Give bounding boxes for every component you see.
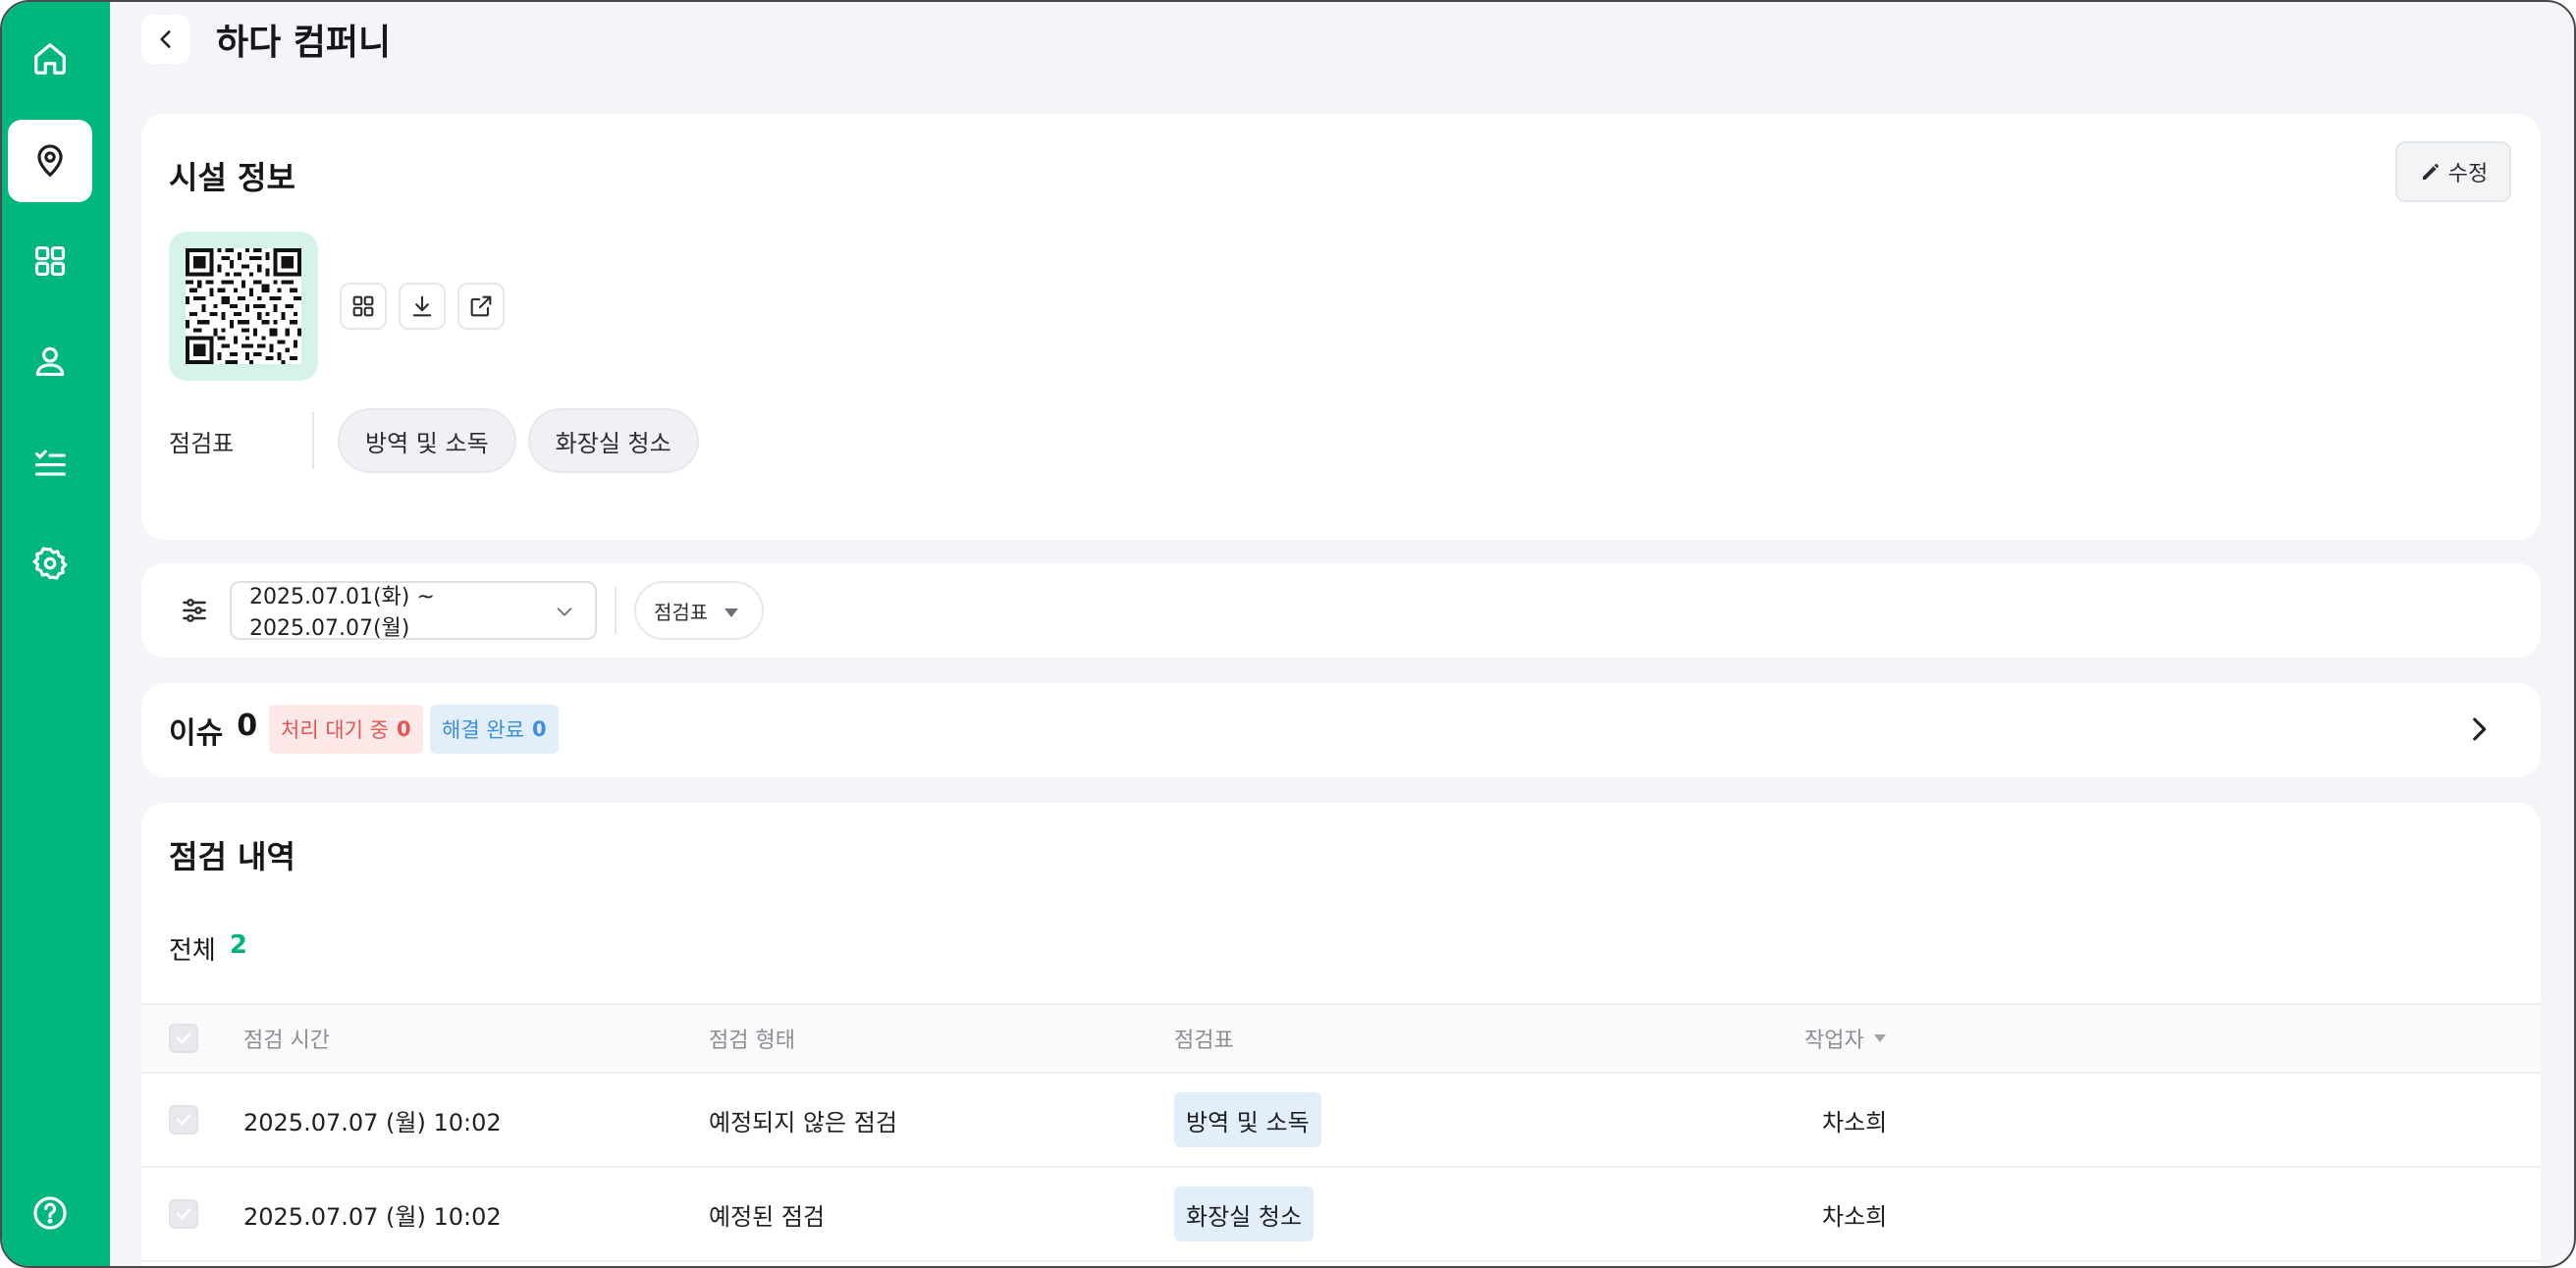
chevron-down-icon [557,608,572,616]
resolved-count: 0 [531,717,547,741]
inspection-history-card: 점검 내역 전체 2 점검 시간 점검 형태 점검표 작업자 2025.07.0… [141,803,2541,1266]
checklist-label: 점검표 [169,429,235,457]
check-icon [176,1114,191,1126]
checklist-icon [34,449,66,476]
edit-button-label: 수정 [2447,162,2489,186]
sidebar-item-checklists[interactable] [8,422,92,504]
date-range-select[interactable]: 2025.07.01(화) ~ 2025.07.07(월) [230,581,597,641]
total-count-row: 전체 2 [169,930,247,967]
row-checkbox-cell [169,1074,198,1166]
cell-type: 예정된 점검 [709,1202,826,1231]
column-header-worker-label: 작업자 [1804,1029,1864,1053]
sidebar-item-facility[interactable] [8,120,92,202]
total-count: 2 [229,930,247,960]
cell-worker: 차소희 [1822,1108,1888,1136]
row-checkbox[interactable] [169,1105,198,1135]
qr-grid-icon [352,295,374,317]
issues-title: 이슈 0 [169,709,257,752]
qr-view-button[interactable] [340,283,387,330]
cell-checklist: 화장실 청소 [1174,1168,1315,1260]
checklist-row: 점검표 방역 및 소독 화장실 청소 [169,408,711,473]
checklist-filter-select[interactable]: 점검표 [634,581,764,640]
column-header-worker[interactable]: 작업자 [1804,1005,1886,1072]
main-content: 하다 컴퍼니 시설 정보 수정 점검표 방역 및 소독 화장실 청소 2025.… [110,2,2574,1266]
header-checkbox-cell [169,1005,198,1072]
row-checkbox-cell [169,1168,198,1260]
grid-icon [34,245,66,277]
location-pin-icon [37,144,63,178]
resolved-badge: 해결 완료 0 [430,705,559,754]
cell-time: 2025.07.07 (월) 10:02 [243,1108,502,1136]
app-window: 하다 컴퍼니 시설 정보 수정 점검표 방역 및 소독 화장실 청소 2025.… [0,0,2576,1268]
checklist-chip[interactable]: 화장실 청소 [527,408,699,473]
table-row[interactable]: 2025.07.07 (월) 10:02 예정되지 않은 점검 방역 및 소독 … [141,1074,2541,1168]
help-icon [33,1196,67,1230]
page-title: 하다 컴퍼니 [216,23,392,63]
page-header: 하다 컴퍼니 [141,12,391,67]
gear-icon [32,547,68,580]
issues-card[interactable]: 이슈 0 처리 대기 중 0 해결 완료 0 [141,683,2541,777]
resolved-label: 해결 완료 [442,718,524,742]
sidebar-item-home[interactable] [8,18,92,100]
qr-actions [340,283,505,330]
back-button[interactable] [141,15,190,64]
issues-label: 이슈 [169,716,224,751]
user-icon [35,346,65,377]
cell-worker: 차소희 [1822,1202,1888,1231]
row-checkbox[interactable] [169,1199,198,1229]
qr-share-button[interactable] [457,283,505,330]
sidebar-item-settings[interactable] [8,522,92,605]
home-icon [34,43,66,75]
cell-checklist: 방역 및 소독 [1174,1074,1321,1166]
checklist-filter-value: 점검표 [654,600,709,624]
sidebar-item-dashboard[interactable] [8,220,92,302]
caret-down-icon [724,608,738,617]
facility-section-title: 시설 정보 [169,159,295,196]
sidebar-item-help[interactable] [8,1172,92,1254]
total-label: 전체 [169,936,216,966]
qr-code-image [186,248,301,364]
pencil-icon [2422,164,2439,180]
chevron-left-icon [160,30,171,48]
checklist-chip[interactable]: 방역 및 소독 [338,408,516,473]
pending-badge: 처리 대기 중 0 [269,705,423,754]
qr-download-button[interactable] [399,283,446,330]
check-icon [176,1208,191,1220]
sidebar-item-users[interactable] [8,320,92,402]
cell-type: 예정되지 않은 점검 [709,1108,897,1136]
history-section-title: 점검 내역 [169,838,295,875]
sort-caret-icon [1873,1034,1886,1042]
column-header-time: 점검 시간 [243,1029,330,1053]
column-header-checklist: 점검표 [1174,1029,1234,1053]
divider [615,587,617,634]
divider [312,412,314,469]
sidebar [2,2,110,1266]
qr-code [169,232,318,381]
column-header-type: 점검 형태 [709,1029,795,1053]
pending-label: 처리 대기 중 [281,718,389,742]
check-icon [176,1032,191,1044]
cell-time: 2025.07.07 (월) 10:02 [243,1202,502,1231]
issues-count: 0 [237,709,258,743]
inspection-table: 점검 시간 점검 형태 점검표 작업자 2025.07.07 (월) 10:02 [141,1003,2541,1262]
table-header: 점검 시간 점검 형태 점검표 작업자 [141,1003,2541,1074]
checklist-tag: 방역 및 소독 [1174,1092,1321,1147]
facility-info-card: 시설 정보 수정 점검표 방역 및 소독 화장실 청소 [141,114,2541,540]
pending-count: 0 [396,717,411,741]
checklist-tag: 화장실 청소 [1174,1187,1315,1242]
chevron-right-icon[interactable] [2462,713,2496,746]
table-row[interactable]: 2025.07.07 (월) 10:02 예정된 점검 화장실 청소 차소희 [141,1168,2541,1262]
select-all-checkbox[interactable] [169,1024,198,1053]
date-range-value: 2025.07.01(화) ~ 2025.07.07(월) [249,585,435,641]
edit-button[interactable]: 수정 [2395,141,2511,202]
sliders-icon [183,599,206,622]
external-link-icon [470,295,492,317]
filter-bar: 2025.07.01(화) ~ 2025.07.07(월) 점검표 [141,563,2541,658]
download-icon [412,295,432,317]
filter-settings-button[interactable] [173,589,216,632]
